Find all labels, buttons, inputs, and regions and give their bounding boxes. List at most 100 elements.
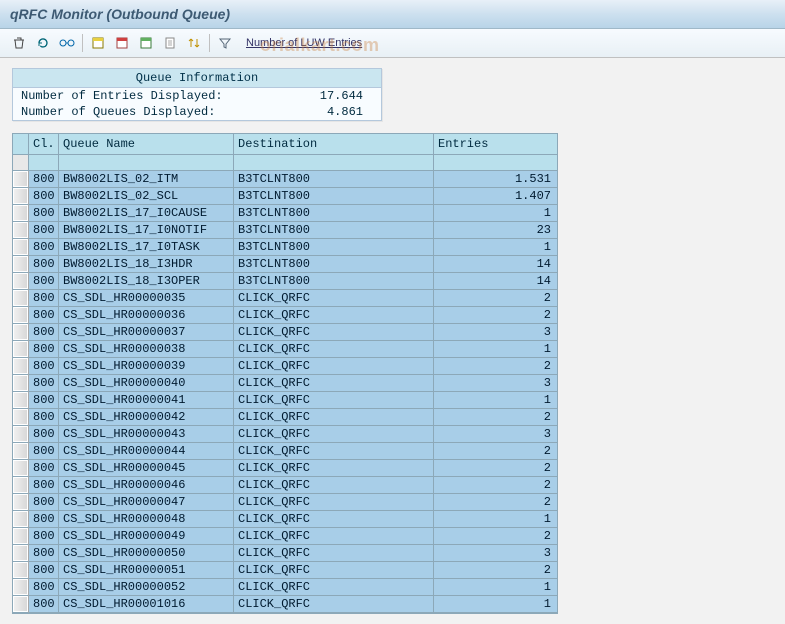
cell-destination: B3TCLNT800 xyxy=(234,171,434,188)
row-selector[interactable] xyxy=(13,375,29,392)
table-row[interactable]: 800CS_SDL_HR00000048CLICK_QRFC1 xyxy=(13,511,557,528)
cell-destination: B3TCLNT800 xyxy=(234,205,434,222)
cell-entries: 2 xyxy=(434,528,557,545)
cell-client: 800 xyxy=(29,273,59,290)
table-row[interactable]: 800BW8002LIS_17_I0CAUSEB3TCLNT8001 xyxy=(13,205,557,222)
save-red-icon[interactable] xyxy=(111,32,133,54)
row-selector[interactable] xyxy=(13,596,29,613)
row-selector[interactable] xyxy=(13,307,29,324)
col-queue-name[interactable]: Queue Name xyxy=(59,134,234,155)
row-selector[interactable] xyxy=(13,273,29,290)
grid-select-all[interactable] xyxy=(13,134,29,155)
row-selector[interactable] xyxy=(13,562,29,579)
row-selector[interactable] xyxy=(13,290,29,307)
table-row[interactable]: 800BW8002LIS_18_I3OPERB3TCLNT80014 xyxy=(13,273,557,290)
cell-entries: 2 xyxy=(434,443,557,460)
table-row[interactable]: 800CS_SDL_HR00000052CLICK_QRFC1 xyxy=(13,579,557,596)
sort-icon[interactable] xyxy=(183,32,205,54)
table-row[interactable]: 800CS_SDL_HR00000045CLICK_QRFC2 xyxy=(13,460,557,477)
table-row[interactable]: 800CS_SDL_HR00000043CLICK_QRFC3 xyxy=(13,426,557,443)
row-selector[interactable] xyxy=(13,239,29,256)
table-row[interactable]: 800CS_SDL_HR00001016CLICK_QRFC1 xyxy=(13,596,557,613)
cell-queue-name: CS_SDL_HR00000048 xyxy=(59,511,234,528)
row-selector[interactable] xyxy=(13,341,29,358)
row-selector[interactable] xyxy=(13,511,29,528)
entries-displayed-value: 17.644 xyxy=(251,89,373,103)
table-row[interactable]: 800CS_SDL_HR00000040CLICK_QRFC3 xyxy=(13,375,557,392)
row-selector[interactable] xyxy=(13,426,29,443)
table-row[interactable]: 800CS_SDL_HR00000050CLICK_QRFC3 xyxy=(13,545,557,562)
cell-client: 800 xyxy=(29,443,59,460)
cell-queue-name: BW8002LIS_17_I0CAUSE xyxy=(59,205,234,222)
table-row[interactable]: 800BW8002LIS_18_I3HDRB3TCLNT80014 xyxy=(13,256,557,273)
save-green-icon[interactable] xyxy=(135,32,157,54)
cell-destination: CLICK_QRFC xyxy=(234,494,434,511)
table-row[interactable]: 800CS_SDL_HR00000035CLICK_QRFC2 xyxy=(13,290,557,307)
cell-client: 800 xyxy=(29,290,59,307)
cell-queue-name: CS_SDL_HR00000044 xyxy=(59,443,234,460)
table-row[interactable]: 800CS_SDL_HR00000038CLICK_QRFC1 xyxy=(13,341,557,358)
table-row[interactable]: 800BW8002LIS_02_SCLB3TCLNT8001.407 xyxy=(13,188,557,205)
filter-icon[interactable] xyxy=(214,32,236,54)
row-selector[interactable] xyxy=(13,545,29,562)
row-selector[interactable] xyxy=(13,188,29,205)
refresh-icon[interactable] xyxy=(32,32,54,54)
col-destination[interactable]: Destination xyxy=(234,134,434,155)
table-row[interactable]: 800CS_SDL_HR00000046CLICK_QRFC2 xyxy=(13,477,557,494)
table-row[interactable]: 800BW8002LIS_17_I0TASKB3TCLNT8001 xyxy=(13,239,557,256)
table-row[interactable]: 800CS_SDL_HR00000042CLICK_QRFC2 xyxy=(13,409,557,426)
save-yellow-icon[interactable] xyxy=(87,32,109,54)
row-selector[interactable] xyxy=(13,205,29,222)
page-title: qRFC Monitor (Outbound Queue) xyxy=(10,6,230,22)
table-row[interactable]: 800CS_SDL_HR00000049CLICK_QRFC2 xyxy=(13,528,557,545)
row-selector[interactable] xyxy=(13,222,29,239)
row-selector[interactable] xyxy=(13,443,29,460)
table-row[interactable]: 800CS_SDL_HR00000047CLICK_QRFC2 xyxy=(13,494,557,511)
cell-destination: CLICK_QRFC xyxy=(234,545,434,562)
cell-entries: 2 xyxy=(434,290,557,307)
cell-client: 800 xyxy=(29,239,59,256)
row-selector[interactable] xyxy=(13,392,29,409)
cell-entries: 1.407 xyxy=(434,188,557,205)
cell-client: 800 xyxy=(29,579,59,596)
table-row[interactable]: 800CS_SDL_HR00000037CLICK_QRFC3 xyxy=(13,324,557,341)
table-row[interactable]: 800CS_SDL_HR00000051CLICK_QRFC2 xyxy=(13,562,557,579)
table-row[interactable]: 800BW8002LIS_02_ITMB3TCLNT8001.531 xyxy=(13,171,557,188)
cell-queue-name: CS_SDL_HR00000043 xyxy=(59,426,234,443)
row-selector[interactable] xyxy=(13,256,29,273)
toolbar-separator xyxy=(82,34,83,52)
trash-icon[interactable] xyxy=(8,32,30,54)
grid-header: Cl. Queue Name Destination Entries xyxy=(13,134,557,155)
cell-destination: CLICK_QRFC xyxy=(234,426,434,443)
row-selector[interactable] xyxy=(13,579,29,596)
row-selector[interactable] xyxy=(13,494,29,511)
glasses-icon[interactable] xyxy=(56,32,78,54)
row-selector[interactable] xyxy=(13,477,29,494)
row-selector[interactable] xyxy=(13,528,29,545)
cell-destination: CLICK_QRFC xyxy=(234,460,434,477)
row-selector[interactable] xyxy=(13,460,29,477)
cell-client: 800 xyxy=(29,426,59,443)
table-row[interactable]: 800CS_SDL_HR00000041CLICK_QRFC1 xyxy=(13,392,557,409)
table-row[interactable]: 800CS_SDL_HR00000044CLICK_QRFC2 xyxy=(13,443,557,460)
table-row[interactable]: 800CS_SDL_HR00000039CLICK_QRFC2 xyxy=(13,358,557,375)
cell-queue-name: CS_SDL_HR00000052 xyxy=(59,579,234,596)
queue-info-header: Queue Information xyxy=(13,69,381,88)
table-row[interactable]: 800BW8002LIS_17_I0NOTIFB3TCLNT80023 xyxy=(13,222,557,239)
cell-client: 800 xyxy=(29,409,59,426)
toolbar: Number of LUW Entries xyxy=(0,29,785,58)
toolbar-separator xyxy=(209,34,210,52)
cell-destination: CLICK_QRFC xyxy=(234,409,434,426)
cell-entries: 2 xyxy=(434,307,557,324)
col-entries[interactable]: Entries xyxy=(434,134,557,155)
cell-client: 800 xyxy=(29,307,59,324)
row-selector[interactable] xyxy=(13,171,29,188)
row-selector[interactable] xyxy=(13,358,29,375)
row-selector[interactable] xyxy=(13,324,29,341)
row-selector[interactable] xyxy=(13,409,29,426)
document-icon[interactable] xyxy=(159,32,181,54)
table-row[interactable]: 800CS_SDL_HR00000036CLICK_QRFC2 xyxy=(13,307,557,324)
luw-entries-link[interactable]: Number of LUW Entries xyxy=(246,37,362,49)
cell-entries: 2 xyxy=(434,494,557,511)
col-client[interactable]: Cl. xyxy=(29,134,59,155)
